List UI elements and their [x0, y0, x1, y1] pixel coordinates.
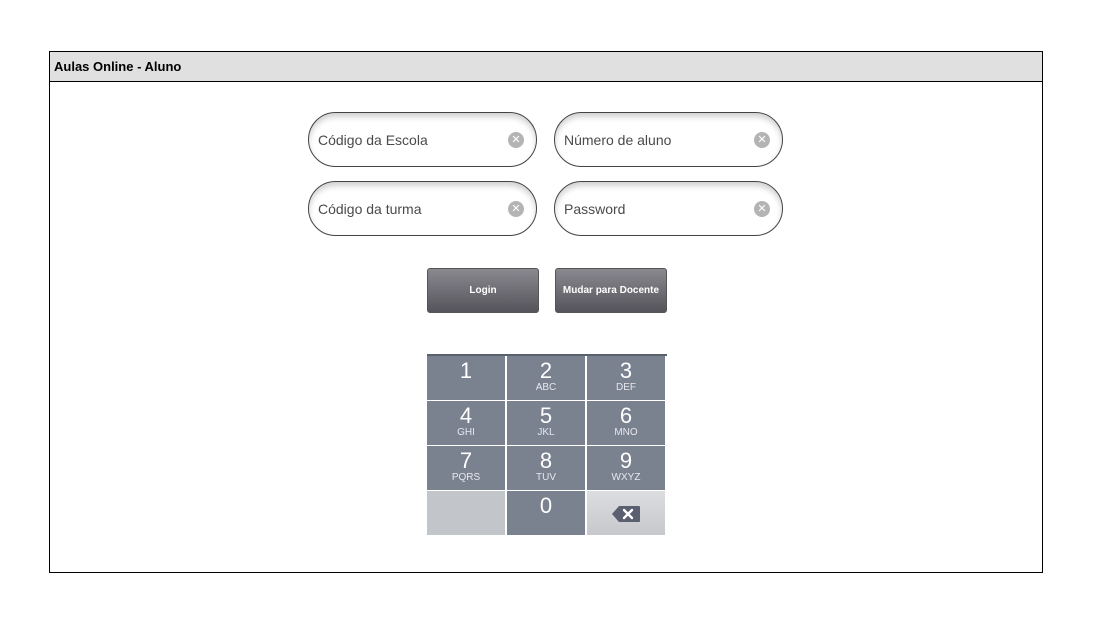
key-digit: 4: [459, 403, 473, 428]
app-window: Aulas Online - Aluno ✕ ✕ ✕ ✕ Login Mudar…: [49, 51, 1043, 573]
key-blank: [427, 491, 505, 535]
key-letters: GHI: [457, 427, 475, 438]
school-code-input[interactable]: [318, 113, 498, 166]
clear-password-icon[interactable]: ✕: [754, 201, 770, 217]
key-4[interactable]: 4 GHI: [427, 401, 505, 445]
key-digit: 8: [539, 448, 553, 473]
key-3[interactable]: 3 DEF: [587, 356, 665, 400]
switch-to-teacher-button[interactable]: Mudar para Docente: [555, 268, 667, 313]
clear-student-number-icon[interactable]: ✕: [754, 132, 770, 148]
key-digit: 1: [459, 358, 473, 383]
key-7[interactable]: 7 PQRS: [427, 446, 505, 490]
student-number-field[interactable]: ✕: [554, 112, 783, 167]
window-title: Aulas Online - Aluno: [50, 52, 1042, 82]
key-9[interactable]: 9 WXYZ: [587, 446, 665, 490]
key-letters: JKL: [537, 427, 555, 438]
class-code-input[interactable]: [318, 182, 498, 235]
clear-class-code-icon[interactable]: ✕: [508, 201, 524, 217]
key-0[interactable]: 0: [507, 491, 585, 535]
password-input[interactable]: [564, 182, 744, 235]
student-number-input[interactable]: [564, 113, 744, 166]
key-digit: 5: [539, 403, 553, 428]
key-letters: WXYZ: [611, 472, 641, 483]
key-digit: 3: [619, 358, 633, 383]
key-digit: 0: [539, 493, 553, 518]
key-5[interactable]: 5 JKL: [507, 401, 585, 445]
key-digit: 9: [619, 448, 633, 473]
key-2[interactable]: 2 ABC: [507, 356, 585, 400]
key-letters: MNO: [614, 427, 638, 438]
key-6[interactable]: 6 MNO: [587, 401, 665, 445]
class-code-field[interactable]: ✕: [308, 181, 537, 236]
numeric-keypad: 1 2 ABC 3 DEF 4 GHI 5 JKL 6 MNO 7 PQRS 8: [427, 354, 667, 536]
key-digit: 7: [459, 448, 473, 473]
key-letters: PQRS: [451, 472, 481, 483]
key-letters: DEF: [616, 382, 636, 393]
key-letters: ABC: [535, 382, 557, 393]
key-1[interactable]: 1: [427, 356, 505, 400]
backspace-icon: [612, 506, 640, 522]
key-digit: 6: [619, 403, 633, 428]
password-field[interactable]: ✕: [554, 181, 783, 236]
key-letters: TUV: [536, 472, 556, 483]
school-code-field[interactable]: ✕: [308, 112, 537, 167]
clear-school-code-icon[interactable]: ✕: [508, 132, 524, 148]
key-8[interactable]: 8 TUV: [507, 446, 585, 490]
key-digit: 2: [539, 358, 553, 383]
key-backspace[interactable]: [587, 491, 665, 535]
login-button[interactable]: Login: [427, 268, 539, 313]
